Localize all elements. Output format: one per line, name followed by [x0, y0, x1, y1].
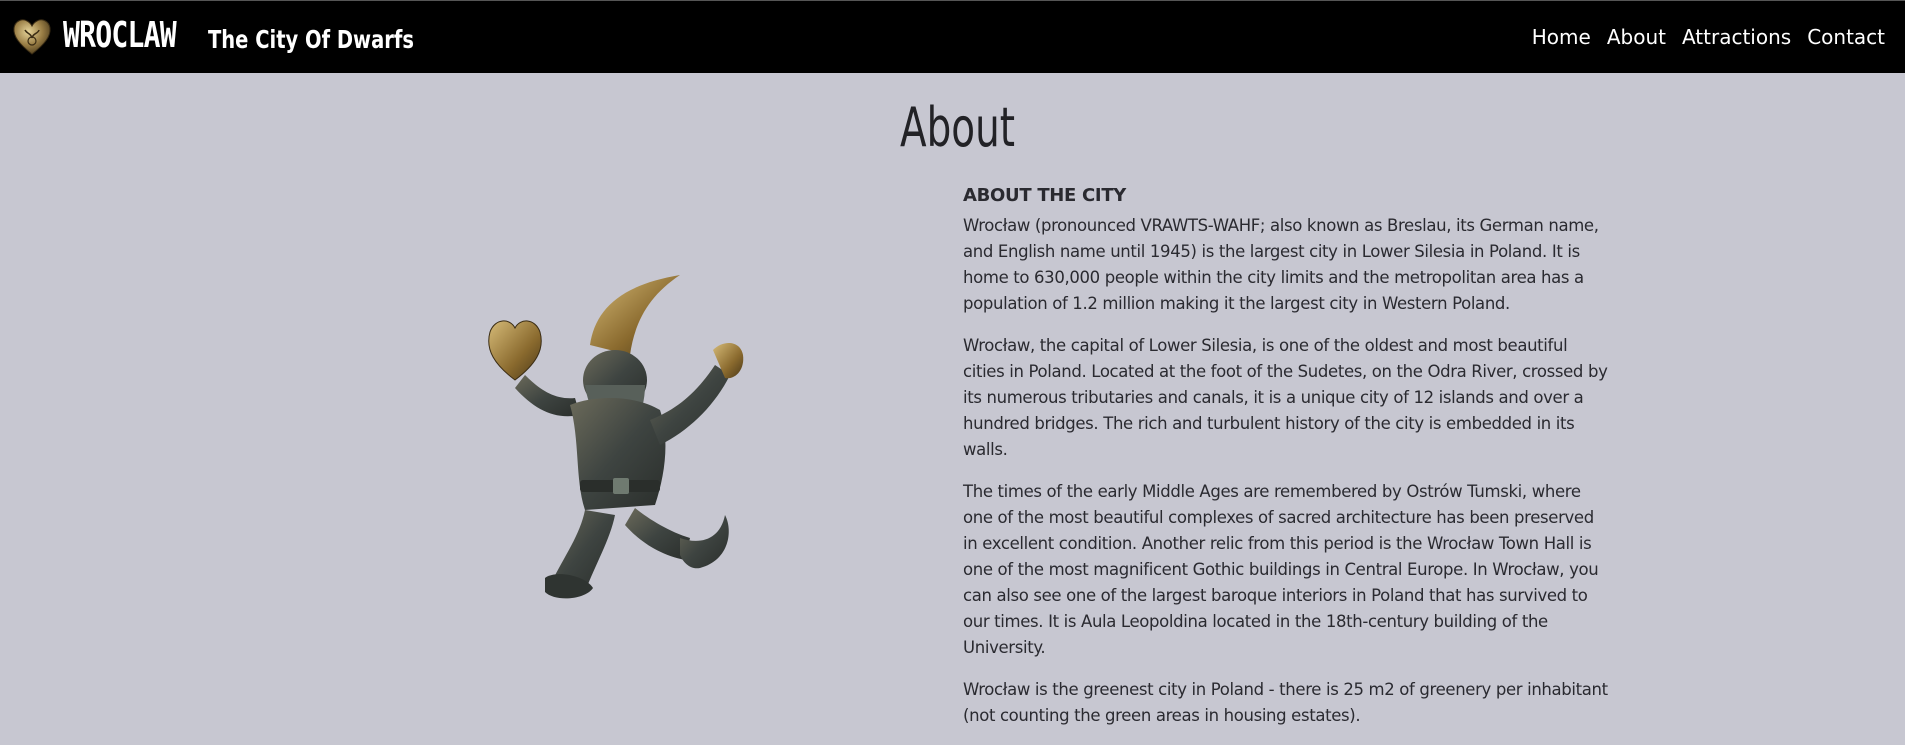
about-paragraph-3: The times of the early Middle Ages are r…: [963, 482, 1599, 657]
nav-about[interactable]: About: [1607, 25, 1666, 49]
nav-attractions[interactable]: Attractions: [1682, 25, 1791, 49]
navbar: WROCLAW The City Of Dwarfs Home About At…: [0, 0, 1905, 73]
page-title: About: [900, 96, 1015, 159]
about-paragraph-4: Wrocław is the greenest city in Poland -…: [963, 680, 1608, 725]
nav-home[interactable]: Home: [1532, 25, 1591, 49]
main-nav: Home About Attractions Contact: [1516, 25, 1885, 49]
bronze-heart-icon: [13, 18, 51, 55]
about-paragraph-1: Wrocław (pronounced VRAWTS-WAHF; also kn…: [963, 216, 1599, 313]
section-heading: ABOUT THE CITY: [963, 185, 1127, 206]
brand-name: WROCLAW: [63, 15, 177, 56]
bronze-dwarf-statue: [488, 275, 744, 599]
brand-tagline: The City Of Dwarfs: [208, 25, 414, 54]
nav-contact[interactable]: Contact: [1807, 25, 1885, 49]
about-section: ABOUT THE CITY Wrocław (pronounced VRAWT…: [963, 185, 1608, 745]
about-paragraph-2: Wrocław, the capital of Lower Silesia, i…: [963, 336, 1608, 459]
brand[interactable]: WROCLAW The City Of Dwarfs: [11, 15, 414, 56]
